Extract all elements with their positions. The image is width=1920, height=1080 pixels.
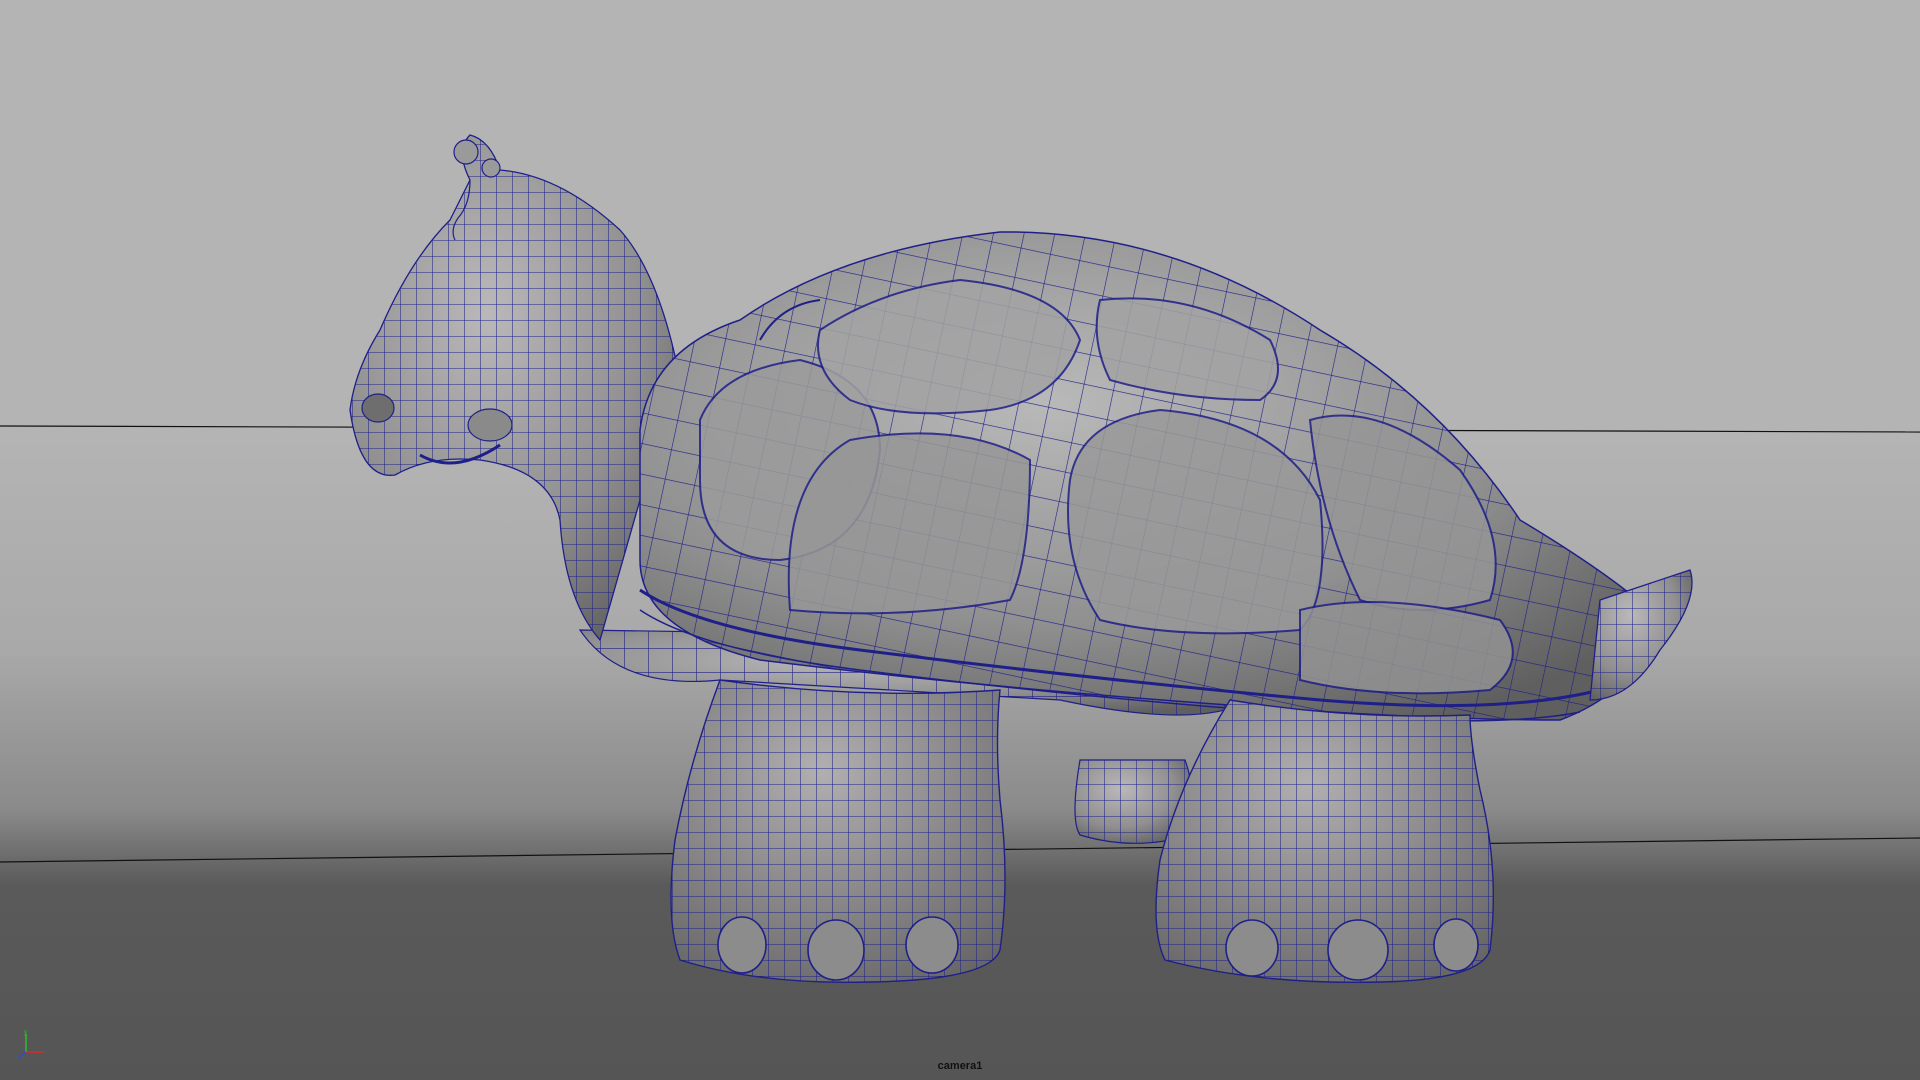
toe bbox=[717, 916, 767, 974]
front-leg bbox=[670, 679, 1006, 983]
toe bbox=[807, 919, 865, 981]
svg-text:y: y bbox=[24, 1030, 27, 1036]
toe bbox=[1433, 918, 1479, 972]
toe bbox=[1225, 919, 1279, 977]
back-leg bbox=[1155, 699, 1495, 984]
toe bbox=[905, 916, 959, 974]
maya-3d-viewport[interactable]: y camera1 bbox=[0, 0, 1920, 1080]
shell bbox=[639, 231, 1661, 722]
camera-name-label: camera1 bbox=[937, 1060, 983, 1072]
scene-render[interactable] bbox=[0, 0, 1920, 1080]
xyz-axis-icon: y bbox=[17, 1030, 44, 1059]
toe bbox=[1327, 919, 1389, 981]
